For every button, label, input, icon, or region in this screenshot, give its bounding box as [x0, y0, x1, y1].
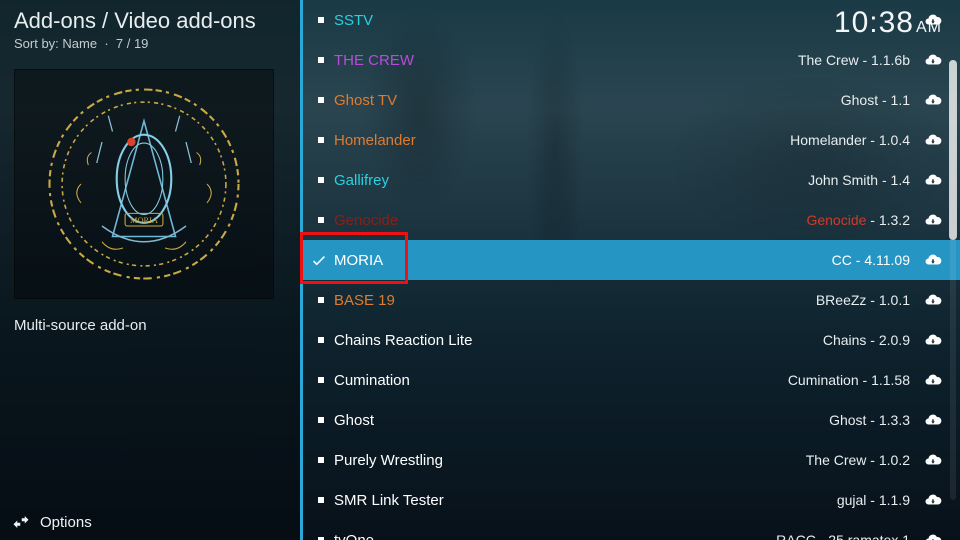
addon-meta: John Smith - 1.4	[808, 172, 910, 188]
addon-name: Homelander	[334, 132, 790, 149]
addon-name: tvOne	[334, 532, 776, 540]
addon-meta: Cumination - 1.1.58	[788, 372, 910, 388]
addon-name: Ghost	[334, 412, 829, 429]
addon-meta: BReeZz - 1.0.1	[816, 292, 910, 308]
addon-meta: The Crew - 1.0.2	[806, 452, 910, 468]
download-cloud-icon	[924, 131, 942, 149]
addon-row[interactable]: MORIACC - 4.11.09	[300, 240, 960, 280]
addon-row[interactable]: GenocideGenocide - 1.3.2	[300, 200, 960, 240]
addon-name: Purely Wrestling	[334, 452, 806, 469]
addon-row[interactable]: tvOneRACC - 25 ramatex 1	[300, 520, 960, 540]
bullet-icon	[318, 177, 324, 183]
bullet-icon	[318, 17, 324, 23]
bullet-icon	[318, 97, 324, 103]
bullet-icon	[318, 137, 324, 143]
download-cloud-icon	[924, 531, 942, 540]
addon-meta: Ghost - 1.3.3	[829, 412, 910, 428]
download-cloud-icon	[924, 211, 942, 229]
addon-name: Gallifrey	[334, 172, 808, 189]
bullet-icon	[318, 377, 324, 383]
bullet-icon	[318, 337, 324, 343]
addon-row[interactable]: Chains Reaction LiteChains - 2.0.9	[300, 320, 960, 360]
addon-meta: gujal - 1.1.9	[837, 492, 910, 508]
addon-row[interactable]: GallifreyJohn Smith - 1.4	[300, 160, 960, 200]
addon-thumbnail: MORIA	[14, 69, 274, 299]
addon-meta: CC - 4.11.09	[832, 252, 910, 268]
addon-row[interactable]: GhostGhost - 1.3.3	[300, 400, 960, 440]
addon-row[interactable]: CuminationCumination - 1.1.58	[300, 360, 960, 400]
addon-name: Genocide	[334, 212, 806, 229]
breadcrumb: Add-ons / Video add-ons	[14, 8, 286, 34]
addon-name: THE CREW	[334, 52, 798, 69]
download-cloud-icon	[924, 411, 942, 429]
bullet-icon	[318, 217, 324, 223]
download-cloud-icon	[924, 91, 942, 109]
addon-name: BASE 19	[334, 292, 816, 309]
list-position: 7 / 19	[116, 36, 149, 51]
svg-text:MORIA: MORIA	[130, 216, 158, 225]
addon-name: Ghost TV	[334, 92, 841, 109]
addon-row[interactable]: SMR Link Testergujal - 1.1.9	[300, 480, 960, 520]
addon-row[interactable]: THE CREWThe Crew - 1.1.6b	[300, 40, 960, 80]
bullet-icon	[318, 57, 324, 63]
scrollbar-thumb[interactable]	[949, 60, 957, 240]
addon-list[interactable]: SSTVTHE CREWThe Crew - 1.1.6bGhost TVGho…	[300, 0, 960, 540]
addon-meta: The Crew - 1.1.6b	[798, 52, 910, 68]
bullet-icon	[318, 417, 324, 423]
bullet-icon	[318, 297, 324, 303]
addon-name: Chains Reaction Lite	[334, 332, 823, 349]
download-cloud-icon	[924, 11, 942, 29]
sort-label: Sort by: Name	[14, 36, 97, 51]
addon-row[interactable]: HomelanderHomelander - 1.0.4	[300, 120, 960, 160]
left-panel: Add-ons / Video add-ons Sort by: Name · …	[0, 0, 300, 540]
addon-name: SSTV	[334, 12, 910, 29]
addon-meta: Ghost - 1.1	[841, 92, 910, 108]
addon-meta: Chains - 2.0.9	[823, 332, 910, 348]
check-icon	[310, 251, 328, 269]
addon-row[interactable]: SSTV	[300, 0, 960, 40]
download-cloud-icon	[924, 171, 942, 189]
addon-row[interactable]: BASE 19BReeZz - 1.0.1	[300, 280, 960, 320]
addon-name: SMR Link Tester	[334, 492, 837, 509]
addon-row[interactable]: Ghost TVGhost - 1.1	[300, 80, 960, 120]
addon-name: Cumination	[334, 372, 788, 389]
download-cloud-icon	[924, 451, 942, 469]
addon-name: MORIA	[334, 252, 832, 269]
download-cloud-icon	[924, 251, 942, 269]
options-icon	[12, 513, 30, 531]
download-cloud-icon	[924, 331, 942, 349]
addon-row[interactable]: Purely WrestlingThe Crew - 1.0.2	[300, 440, 960, 480]
options-label: Options	[40, 514, 92, 531]
options-button[interactable]: Options	[0, 504, 300, 540]
addon-meta: Homelander - 1.0.4	[790, 132, 910, 148]
bullet-icon	[318, 497, 324, 503]
bullet-icon	[318, 457, 324, 463]
download-cloud-icon	[924, 291, 942, 309]
download-cloud-icon	[924, 371, 942, 389]
addon-description: Multi-source add-on	[14, 317, 286, 334]
addon-meta: Genocide - 1.3.2	[806, 212, 910, 228]
download-cloud-icon	[924, 491, 942, 509]
moria-artwork-icon: MORIA	[39, 79, 249, 289]
download-cloud-icon	[924, 51, 942, 69]
addon-meta: RACC - 25 ramatex 1	[776, 532, 910, 540]
sort-line: Sort by: Name · 7 / 19	[14, 36, 286, 51]
